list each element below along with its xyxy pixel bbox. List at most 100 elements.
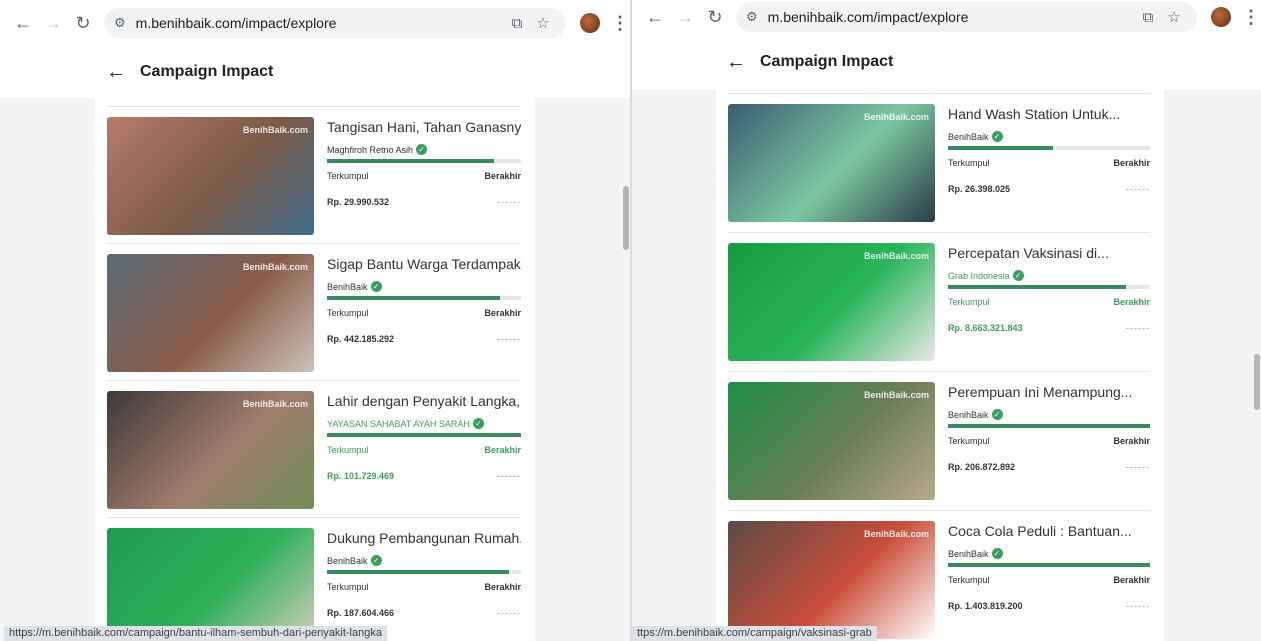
watermark-text: BenihBaik.com: [863, 251, 929, 261]
owner-name: Maghfiroh Retno Asih: [327, 144, 414, 155]
page-title: Campaign Impact: [760, 53, 894, 70]
collected-amount: Rp. 1.403.819.200: [948, 601, 1023, 611]
collected-label: Terkumpul: [327, 582, 369, 592]
status-label: Berakhir: [1113, 297, 1150, 307]
scrollbar-thumb[interactable]: [1254, 354, 1260, 410]
campaign-list: BenihBaik.com Hand Wash Station Untuk... B…: [716, 90, 1164, 641]
address-bar[interactable]: ⚙ m.benihbaik.com/impact/explore ⧉ ☆: [104, 8, 566, 38]
status-row: Terkumpul Berakhir: [948, 575, 1150, 585]
campaign-title[interactable]: Sigap Bantu Warga Terdampak...: [327, 256, 521, 272]
profile-avatar[interactable]: [580, 13, 600, 33]
amount-row: Rp. 1.403.819.200 ------: [948, 601, 1150, 611]
owner-name: BenihBaik: [948, 548, 989, 559]
verified-check-icon: ✓: [416, 144, 428, 155]
campaign-card[interactable]: BenihBaik.com Hand Wash Station Untuk... B…: [728, 93, 1150, 230]
address-url[interactable]: m.benihbaik.com/impact/explore: [768, 9, 1135, 25]
install-app-icon[interactable]: ⧉: [1135, 9, 1161, 26]
amount-row: Rp. 442.185.292 ------: [327, 334, 521, 344]
menu-kebab-icon[interactable]: ⋮: [610, 13, 630, 34]
campaign-thumbnail[interactable]: BenihBaik.com: [728, 243, 935, 361]
bookmark-star-icon[interactable]: ☆: [1161, 8, 1187, 26]
campaign-thumbnail[interactable]: BenihBaik.com: [728, 382, 935, 500]
campaign-thumbnail[interactable]: BenihBaik.com: [728, 104, 935, 222]
collected-amount: Rp. 101.729.469: [327, 471, 395, 481]
campaign-title[interactable]: Perempuan Ini Menampung...: [948, 384, 1150, 400]
back-icon[interactable]: ←: [640, 2, 670, 32]
forward-icon[interactable]: →: [670, 2, 700, 32]
campaign-info: Sigap Bantu Warga Terdampak... BenihBaik ✓…: [327, 256, 521, 344]
amount-row: Rp. 8.663.321.843 ------: [948, 323, 1150, 333]
verified-check-icon: ✓: [991, 409, 1003, 420]
verified-check-icon: ✓: [370, 555, 382, 566]
status-label: Berakhir: [484, 308, 521, 318]
scrollbar[interactable]: [1253, 34, 1261, 641]
collected-amount: Rp. 8.663.321.843: [948, 323, 1023, 333]
site-info-icon[interactable]: ⚙: [746, 9, 758, 25]
status-label: Berakhir: [1113, 575, 1150, 585]
campaign-card[interactable]: BenihBaik.com Sigap Bantu Warga Terdampak…: [107, 243, 521, 380]
scrollbar-thumb[interactable]: [623, 186, 629, 250]
status-row: Terkumpul Berakhir: [948, 436, 1150, 446]
remaining-placeholder: ------: [497, 334, 521, 344]
campaign-card[interactable]: BenihBaik.com Percepatan Vaksinasi di... G…: [728, 232, 1150, 369]
profile-avatar[interactable]: [1211, 7, 1231, 27]
status-url-tooltip: ttps://m.benihbaik.com/campaign/vaksinas…: [632, 626, 877, 641]
campaign-thumbnail[interactable]: BenihBaik.com: [728, 521, 935, 639]
page-back-icon[interactable]: ←: [106, 61, 126, 84]
campaign-card[interactable]: BenihBaik.com Coca Cola Peduli : Bantuan.…: [728, 510, 1150, 641]
collected-amount: Rp. 442.185.292: [327, 334, 395, 344]
campaign-title[interactable]: Tangisan Hani, Tahan Ganasnya...: [327, 119, 521, 135]
campaign-title[interactable]: Hand Wash Station Untuk...: [948, 106, 1150, 122]
campaign-card[interactable]: Dukung Pembangunan Rumah... BenihBaik ✓ Ter…: [107, 517, 521, 641]
address-bar[interactable]: ⚙ m.benihbaik.com/impact/explore ⧉ ☆: [736, 2, 1197, 32]
install-app-icon[interactable]: ⧉: [504, 15, 530, 32]
forward-icon[interactable]: →: [38, 8, 68, 38]
site-info-icon[interactable]: ⚙: [114, 15, 126, 31]
left-browser-window: ← → ↻ ⚙ m.benihbaik.com/impact/explore ⧉…: [0, 0, 630, 641]
status-label: Berakhir: [484, 171, 521, 181]
bookmark-star-icon[interactable]: ☆: [530, 14, 556, 32]
progress-bar: [948, 285, 1150, 289]
campaign-card[interactable]: BenihBaik.com Perempuan Ini Menampung... B…: [728, 371, 1150, 508]
campaign-title[interactable]: Percepatan Vaksinasi di...: [948, 245, 1150, 261]
verified-check-icon: ✓: [472, 418, 484, 429]
remaining-placeholder: ------: [497, 197, 521, 207]
watermark-text: BenihBaik.com: [242, 262, 308, 272]
reload-icon[interactable]: ↻: [68, 8, 98, 38]
campaign-info: Dukung Pembangunan Rumah... BenihBaik ✓ Ter…: [327, 530, 521, 618]
progress-bar: [327, 296, 521, 300]
collected-label: Terkumpul: [327, 308, 369, 318]
owner-name: BenihBaik: [327, 281, 368, 292]
back-icon[interactable]: ←: [8, 8, 38, 38]
owner-name: BenihBaik: [948, 131, 989, 142]
progress-fill: [948, 424, 1150, 428]
watermark-text: BenihBaik.com: [242, 399, 308, 409]
menu-kebab-icon[interactable]: ⋮: [1241, 7, 1261, 28]
amount-row: Rp. 206.872.892 ------: [948, 462, 1150, 472]
scrollbar[interactable]: [622, 46, 630, 641]
campaign-title[interactable]: Coca Cola Peduli : Bantuan...: [948, 523, 1150, 539]
campaign-thumbnail[interactable]: BenihBaik.com: [107, 254, 314, 372]
campaign-thumbnail[interactable]: BenihBaik.com: [107, 117, 314, 235]
watermark-text: BenihBaik.com: [863, 390, 929, 400]
remaining-placeholder: ------: [497, 608, 521, 618]
campaign-card[interactable]: BenihBaik.com Tangisan Hani, Tahan Ganasn…: [107, 106, 521, 243]
progress-bar: [948, 424, 1150, 428]
status-row: Terkumpul Berakhir: [327, 582, 521, 592]
progress-fill: [948, 146, 1054, 150]
watermark-text: BenihBaik.com: [863, 529, 929, 539]
address-url[interactable]: m.benihbaik.com/impact/explore: [136, 15, 504, 31]
campaign-title[interactable]: Lahir dengan Penyakit Langka,...: [327, 393, 521, 409]
reload-icon[interactable]: ↻: [700, 2, 730, 32]
campaign-card[interactable]: BenihBaik.com Lahir dengan Penyakit Langk…: [107, 380, 521, 517]
status-row: Terkumpul Berakhir: [948, 297, 1150, 307]
page-content: ← Campaign Impact BenihBaik.com Hand Wash…: [632, 34, 1261, 641]
campaign-title[interactable]: Dukung Pembangunan Rumah...: [327, 530, 521, 546]
page-back-icon[interactable]: ←: [726, 51, 746, 74]
campaign-thumbnail[interactable]: [107, 528, 314, 641]
page-header: ← Campaign Impact: [0, 46, 630, 98]
status-row: Terkumpul Berakhir: [327, 445, 521, 455]
campaign-thumbnail[interactable]: BenihBaik.com: [107, 391, 314, 509]
campaign-info: Coca Cola Peduli : Bantuan... BenihBaik ✓ T…: [948, 523, 1150, 611]
page-content: ← Campaign Impact BenihBaik.com Tangisan …: [0, 46, 630, 641]
